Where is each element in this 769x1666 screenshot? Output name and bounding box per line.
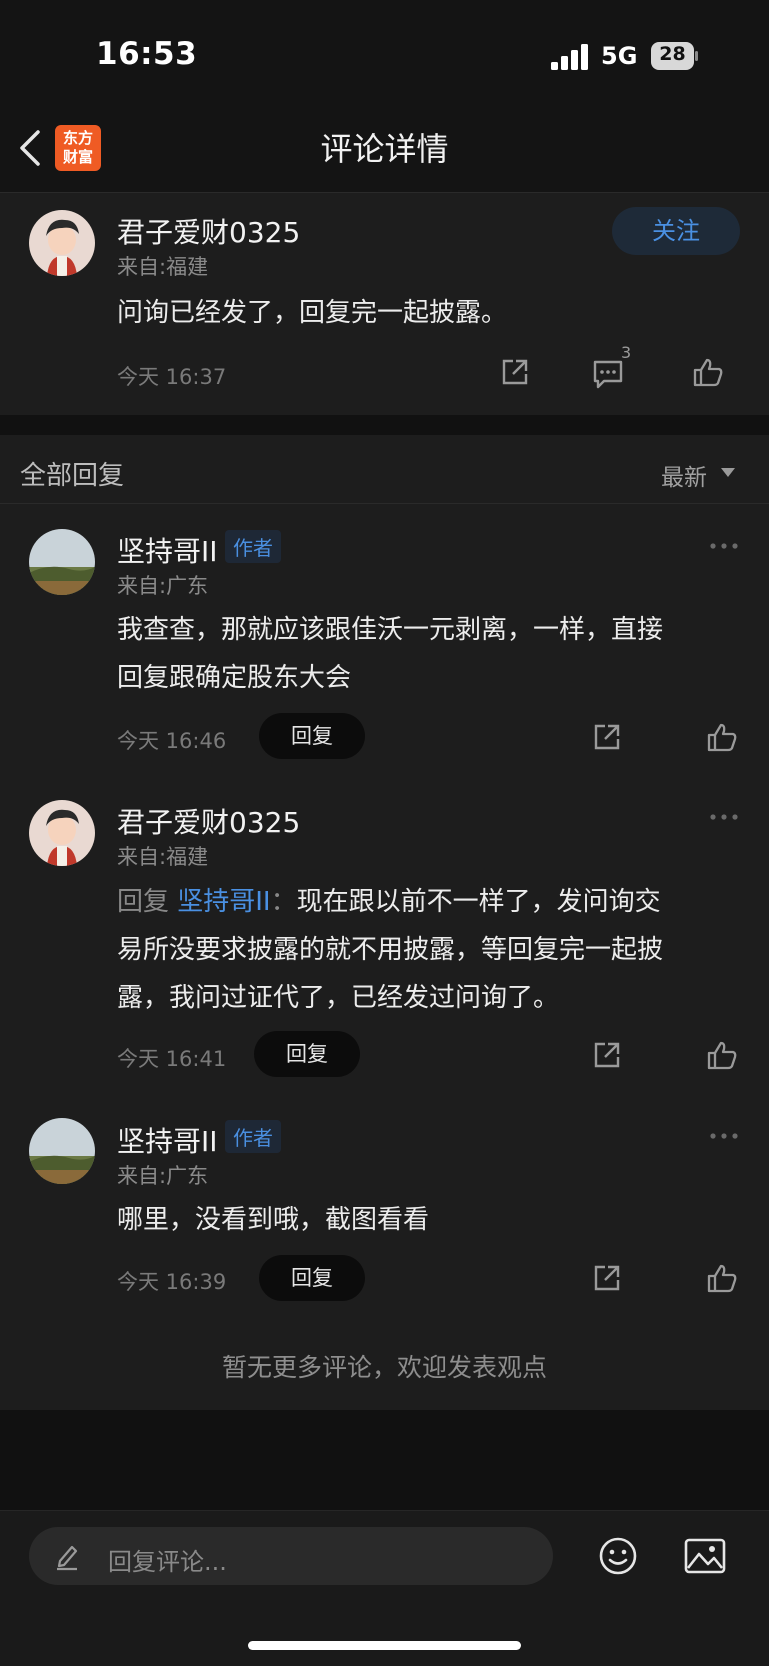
reply-location: 来自:广东 bbox=[117, 1164, 209, 1188]
like-icon[interactable] bbox=[706, 1039, 738, 1071]
replies-heading: 全部回复 bbox=[20, 461, 125, 491]
chevron-down-icon[interactable] bbox=[721, 468, 735, 477]
emoji-icon[interactable] bbox=[598, 1536, 638, 1576]
author-badge: 作者 bbox=[225, 530, 281, 563]
comment-icon[interactable] bbox=[591, 358, 625, 390]
status-time: 16:53 bbox=[96, 36, 198, 72]
reply-colon: ： bbox=[270, 887, 297, 917]
like-icon[interactable] bbox=[706, 1262, 738, 1294]
comment-time: 今天 16:37 bbox=[117, 365, 227, 389]
reply-to-link[interactable]: 坚持哥II bbox=[177, 887, 270, 917]
avatar[interactable] bbox=[29, 210, 95, 276]
avatar[interactable] bbox=[29, 529, 95, 595]
reply-author[interactable]: 君子爱财0325 bbox=[117, 801, 300, 841]
reply-button[interactable]: 回复 bbox=[259, 1255, 365, 1301]
avatar[interactable] bbox=[29, 1118, 95, 1184]
like-icon[interactable] bbox=[706, 721, 738, 753]
share-icon[interactable] bbox=[591, 1039, 623, 1071]
avatar[interactable] bbox=[29, 800, 95, 866]
reply-location: 来自:福建 bbox=[117, 845, 209, 869]
share-icon[interactable] bbox=[591, 1262, 623, 1294]
reply-author[interactable]: 坚持哥II bbox=[117, 530, 218, 570]
battery-icon: 28 bbox=[651, 42, 699, 70]
no-more-comments: 暂无更多评论，欢迎发表观点 bbox=[221, 1353, 547, 1382]
network-label: 5G bbox=[601, 42, 638, 70]
pen-icon bbox=[57, 1545, 78, 1571]
more-icon[interactable] bbox=[709, 1132, 739, 1140]
section-divider bbox=[0, 503, 769, 504]
share-icon[interactable] bbox=[591, 721, 623, 753]
reply-time: 今天 16:39 bbox=[117, 1270, 227, 1294]
reply-text: 现在跟以前不一样了，发问询交 bbox=[296, 887, 661, 917]
home-indicator bbox=[248, 1641, 521, 1650]
reply-button[interactable]: 回复 bbox=[254, 1031, 360, 1077]
like-icon[interactable] bbox=[692, 356, 724, 388]
reply-location: 来自:广东 bbox=[117, 574, 209, 598]
empty-area bbox=[0, 1410, 769, 1510]
comment-text: 问询已经发了，回复完一起披露。 bbox=[117, 298, 508, 328]
reply-text-line: 易所没要求披露的就不用披露，等回复完一起披 bbox=[117, 935, 664, 965]
battery-level: 28 bbox=[659, 43, 686, 65]
sort-dropdown[interactable]: 最新 bbox=[661, 458, 707, 492]
page-title: 评论详情 bbox=[320, 130, 449, 168]
comment-count: 3 bbox=[621, 343, 632, 362]
reply-text-line: 回复跟确定股东大会 bbox=[117, 663, 352, 693]
more-icon[interactable] bbox=[709, 813, 739, 821]
reply-text-line: 露，我问过证代了，已经发过问询了。 bbox=[117, 983, 560, 1013]
input-placeholder: 回复评论... bbox=[108, 1548, 227, 1576]
comment-author[interactable]: 君子爱财0325 bbox=[117, 211, 300, 251]
share-icon[interactable] bbox=[499, 356, 531, 388]
signal-icon bbox=[551, 44, 588, 70]
more-icon[interactable] bbox=[709, 542, 739, 550]
follow-button[interactable]: 关注 bbox=[612, 207, 740, 255]
reply-time: 今天 16:46 bbox=[117, 729, 227, 753]
comment-location: 来自:福建 bbox=[117, 255, 209, 279]
reply-text-line: 我查查，那就应该跟佳沃一元剥离，一样，直接 bbox=[117, 615, 664, 645]
reply-prefix: 回复 bbox=[117, 887, 178, 917]
section-gap bbox=[0, 415, 769, 435]
reply-time: 今天 16:41 bbox=[117, 1047, 227, 1071]
author-badge: 作者 bbox=[225, 1120, 281, 1153]
reply-text-line: 回复 坚持哥II：现在跟以前不一样了，发问询交 bbox=[117, 878, 661, 926]
reply-author[interactable]: 坚持哥II bbox=[117, 1120, 218, 1160]
reply-text-line: 哪里，没看到哦，截图看看 bbox=[117, 1205, 430, 1235]
reply-button[interactable]: 回复 bbox=[259, 713, 365, 759]
image-icon[interactable] bbox=[684, 1538, 726, 1574]
